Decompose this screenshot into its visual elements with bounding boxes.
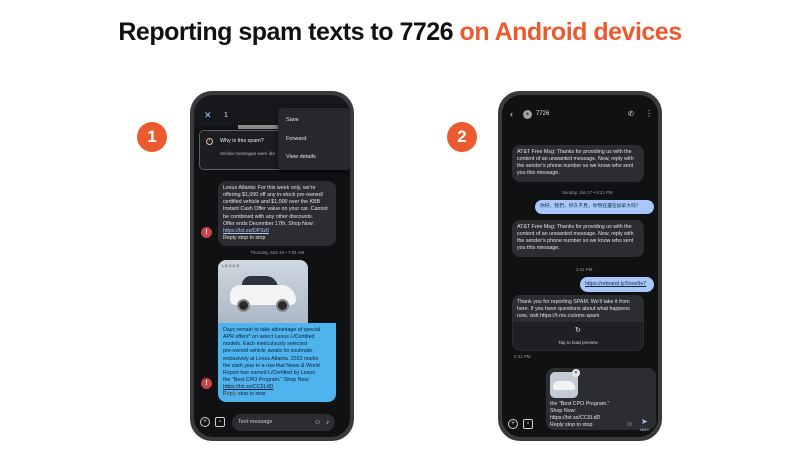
message-line: be combined with any other discounts. (223, 213, 314, 220)
message-line: AT&T Free Msg: Thanks for providing us w… (517, 224, 632, 230)
step-badge-2: 2 (447, 122, 477, 152)
add-icon[interactable]: + (508, 419, 518, 429)
phone-2-screen: ‹ ● 7726 ✆ ⋮ AT&T Free Msg: Thanks for p… (502, 95, 658, 437)
incoming-message[interactable]: AT&T Free Msg: Thanks for providing us w… (512, 145, 644, 182)
gallery-icon[interactable]: ▫ (523, 419, 533, 429)
microphone-icon[interactable]: ♪ (326, 418, 330, 427)
emoji-icon[interactable]: ☺ (314, 418, 321, 427)
message-line: Instant Cash Offer value on your car. Ca… (223, 206, 328, 213)
outgoing-link-message[interactable]: https://rebrand.ly/5oxe9e7 (580, 277, 654, 293)
selection-count: 1 (224, 112, 228, 119)
more-options-icon[interactable]: ⋮ (645, 109, 653, 119)
gallery-icon[interactable]: ▫ (215, 417, 225, 427)
refresh-icon[interactable]: ↻ (575, 326, 581, 335)
incoming-message[interactable]: Lexus Atlanta: For this week only, we're… (218, 181, 336, 247)
close-icon[interactable]: ✕ (204, 110, 212, 122)
message-line: Reply stop to stop (223, 234, 266, 241)
message-line: Offer ends December 17th. Shop Now: (223, 220, 315, 227)
compose-bar: + ▫ ☺ ➤ MMS (502, 407, 658, 437)
message-line: the "Best CPO Program." Shop Now: (223, 376, 310, 383)
phone-step-2: ‹ ● 7726 ✆ ⋮ AT&T Free Msg: Thanks for p… (498, 91, 662, 441)
phone-2-top-bar: ‹ ● 7726 ✆ ⋮ (502, 95, 658, 125)
step-badge-1: 1 (137, 122, 167, 152)
message-timestamp: 2:41 PM (514, 354, 531, 359)
car-image-attachment[interactable]: LEXUS (218, 260, 308, 323)
message-line: content of an unwanted message. Now, rep… (517, 231, 634, 238)
incoming-message[interactable]: Thank you for reporting SPAM. We'll take… (512, 295, 644, 325)
message-link[interactable]: https://txt.so/CC5LdD (223, 384, 331, 391)
date-divider: Thursday, Mar 20 • 7:04 AM (250, 250, 305, 255)
alert-icon: ! (206, 138, 213, 145)
message-line: the sender's phone number so we know who… (517, 163, 634, 170)
message-line: here. If you have questions about what h… (517, 306, 630, 313)
message-line: you this message. (517, 245, 560, 252)
compose-bar: + ▫ Text message ☺ ♪ (194, 407, 350, 437)
message-line: Report has named L/Certified by Lexus (223, 369, 315, 376)
message-line: offering $1,000 off any in-stock pre-own… (223, 192, 324, 199)
message-line: APR offers* on select Lexus L/Certified (223, 334, 315, 341)
emoji-icon[interactable]: ☺ (626, 420, 633, 429)
car-brand-mark: LEXUS (222, 263, 241, 268)
phone-call-icon[interactable]: ✆ (628, 110, 634, 119)
message-line: the sixth year in a row that News & Worl… (223, 362, 320, 369)
headline-accent: on Android devices (459, 18, 683, 46)
back-arrow-icon[interactable]: ‹ (510, 109, 513, 121)
send-icon[interactable]: ➤ (641, 417, 648, 427)
contact-number: 7726 (536, 111, 550, 117)
incoming-message[interactable]: AT&T Free Msg: Thanks for providing us w… (512, 220, 644, 257)
menu-item-save[interactable]: Save (286, 117, 299, 124)
outgoing-message[interactable]: 你好，我們，好久不見，你現在還在加拿大吗？ (535, 200, 654, 215)
message-line: you this message. (517, 170, 560, 177)
message-line: now, visit https://t-mo.co/sms-spam (517, 313, 600, 320)
message-line: certified vehicle and $1,000 over the KB… (223, 199, 321, 206)
send-mode-label: MMS (640, 428, 649, 432)
message-line: AT&T Free Msg: Thanks for providing us w… (517, 149, 632, 155)
message-line: Thank you for reporting SPAM. We'll take… (517, 299, 630, 305)
spam-card-subtitle: Similar messages were ide (220, 151, 275, 156)
phone-step-1: ✕ 1 ! Why is this spam? Similar messages… (190, 91, 354, 441)
link-preview[interactable]: ↻ Tap to load preview (512, 321, 644, 351)
page-headline: Reporting spam texts to 7726 on Android … (0, 18, 800, 47)
message-timestamp: Sunday, Jan 17 • 8:21 PM (562, 190, 613, 195)
spam-sender-avatar: ! (201, 378, 212, 389)
message-line: Days remain to take advantage of special (223, 327, 321, 333)
add-icon[interactable]: + (200, 417, 210, 427)
message-line: content of an unwanted message. Now, rep… (517, 156, 634, 163)
spam-card-title: Why is this spam? (220, 138, 264, 144)
message-line: Reply stop to stop (223, 391, 266, 398)
message-line: the sender's phone number so we know who… (517, 238, 634, 245)
menu-item-view-details[interactable]: View details (286, 154, 316, 161)
overflow-menu: Save Forward View details (278, 108, 350, 170)
load-preview-label: Tap to load preview (558, 340, 598, 345)
message-time: 7:04 AM (221, 391, 238, 396)
message-timestamp: 2:41 PM (576, 267, 593, 272)
remove-attachment-icon[interactable]: ✕ (572, 369, 580, 377)
contact-avatar-icon: ● (523, 110, 532, 119)
spam-sender-avatar: ! (201, 227, 212, 238)
obscured-header-text (238, 125, 278, 129)
phone-1-screen: ✕ 1 ! Why is this spam? Similar messages… (194, 95, 350, 437)
message-line: exclusively at Lexus Atlanta. 2023 marks (223, 355, 319, 362)
message-link[interactable]: https://txt.so/DP3z0 (223, 228, 331, 235)
headline-lead: Reporting spam texts to 7726 (118, 18, 454, 46)
menu-item-forward[interactable]: Forward (286, 136, 307, 143)
message-line: pre-owned vehicle awaits its soulmate, (223, 348, 314, 355)
message-line: Lexus Atlanta: For this week only, we're (223, 185, 316, 191)
message-line: models. Each meticulously selected (223, 341, 307, 348)
